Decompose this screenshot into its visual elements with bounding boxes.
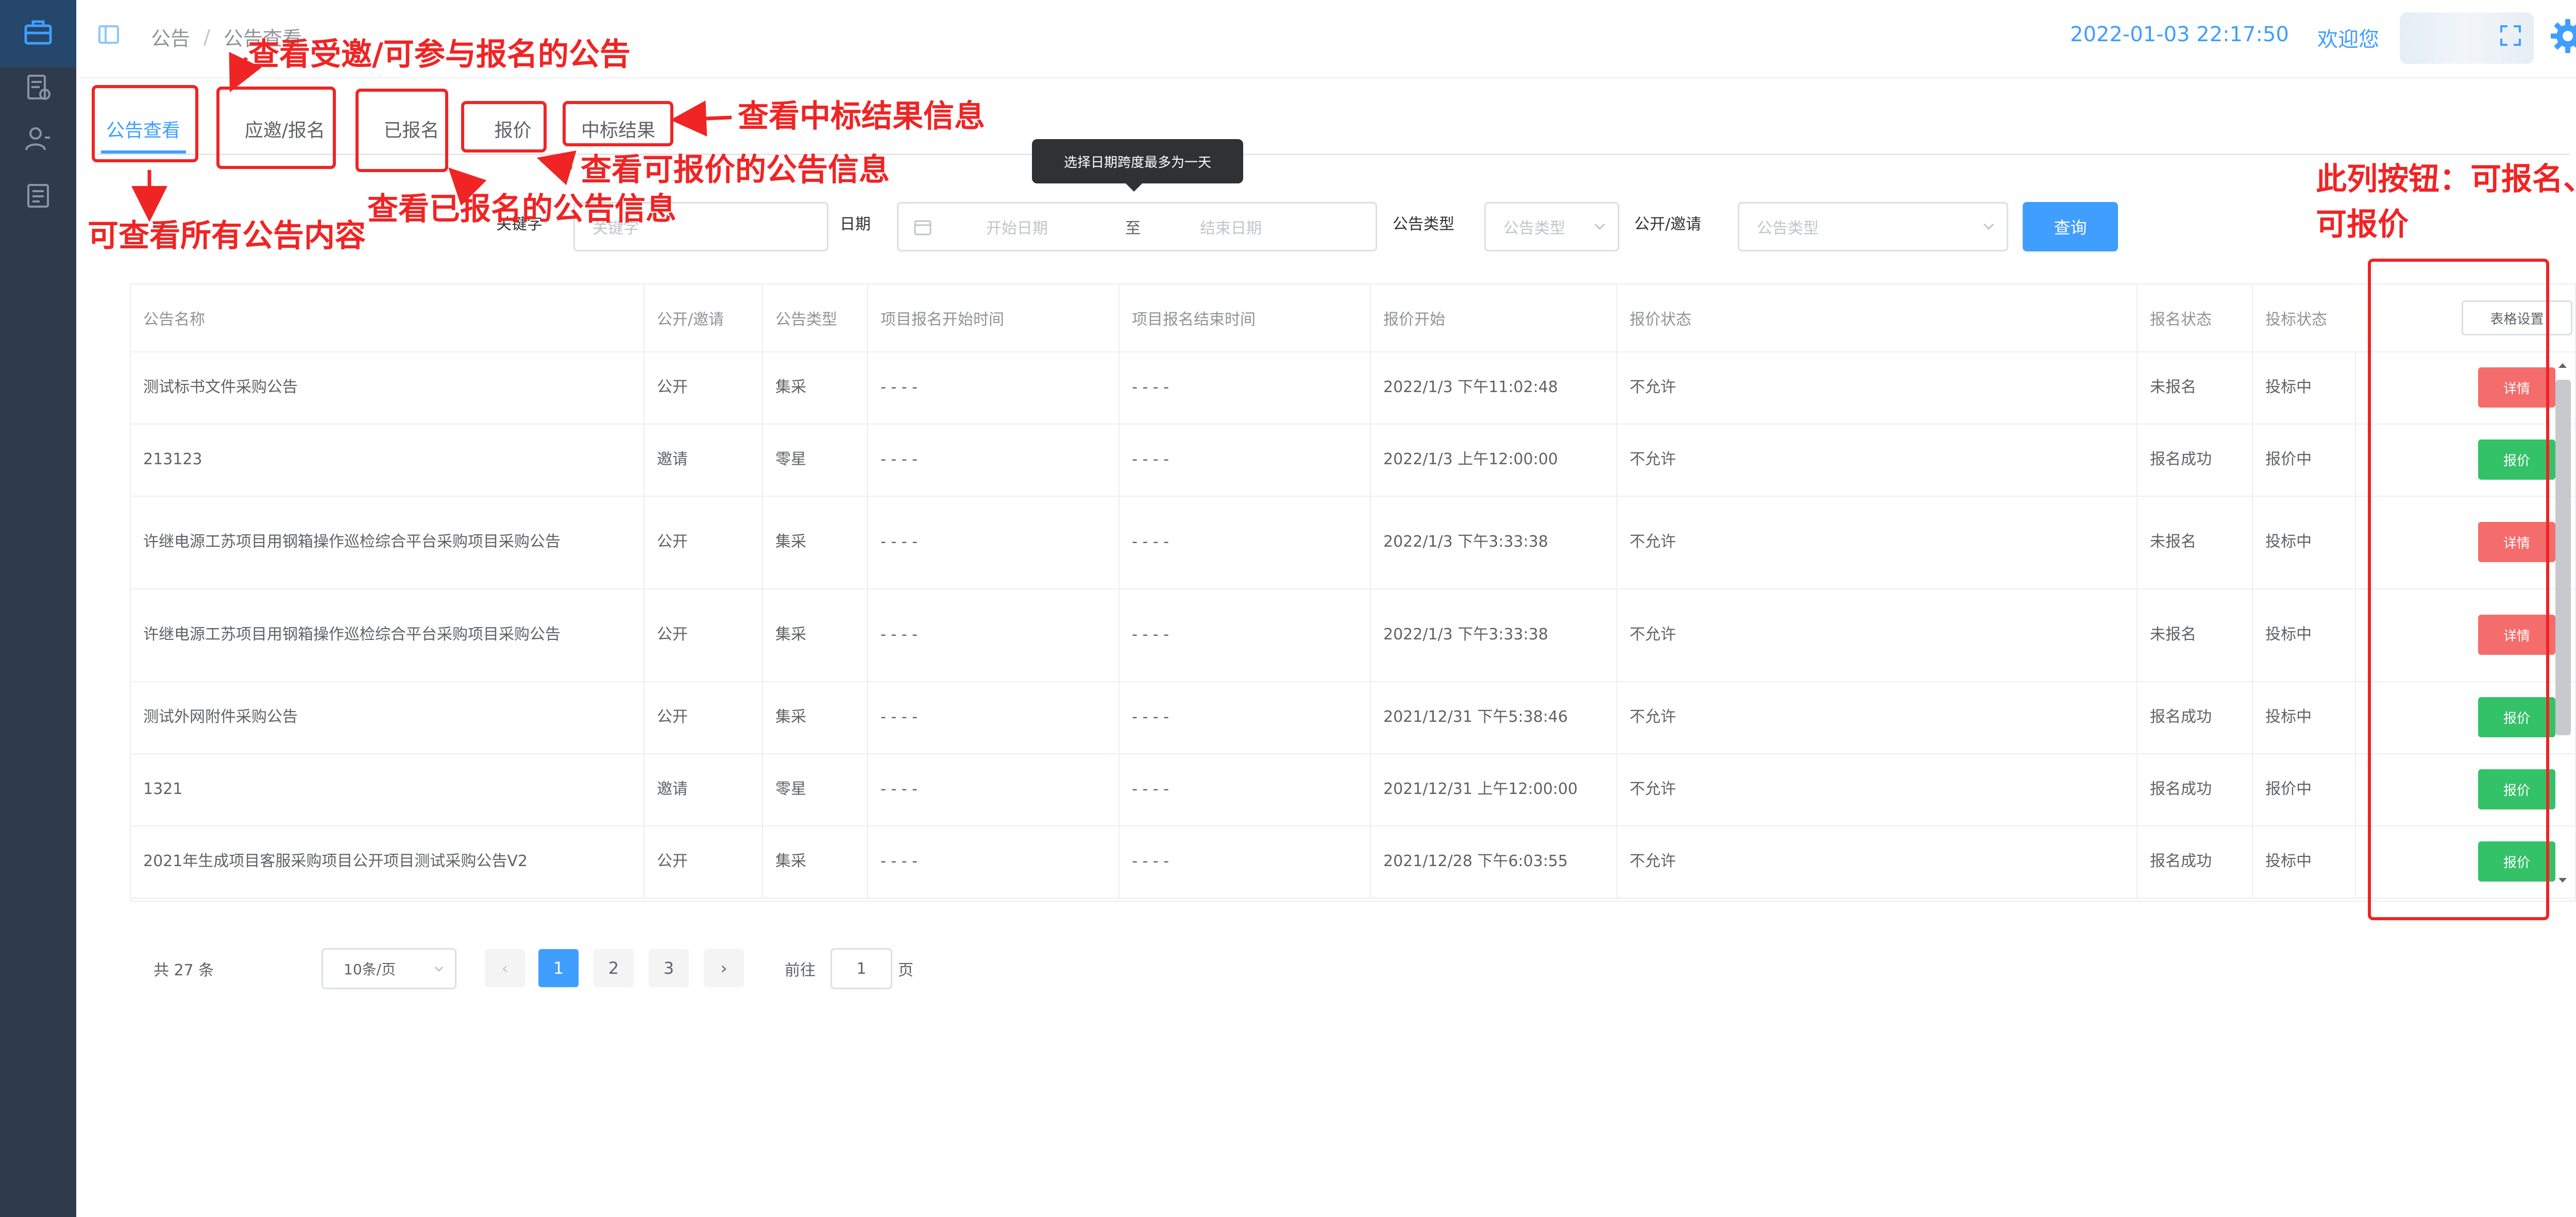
arrow-registered	[448, 167, 487, 206]
arrow-invited	[229, 52, 262, 92]
arrow-quotable	[536, 150, 577, 185]
arrow-winning	[670, 100, 732, 137]
annotation-arrows	[131, 52, 732, 222]
